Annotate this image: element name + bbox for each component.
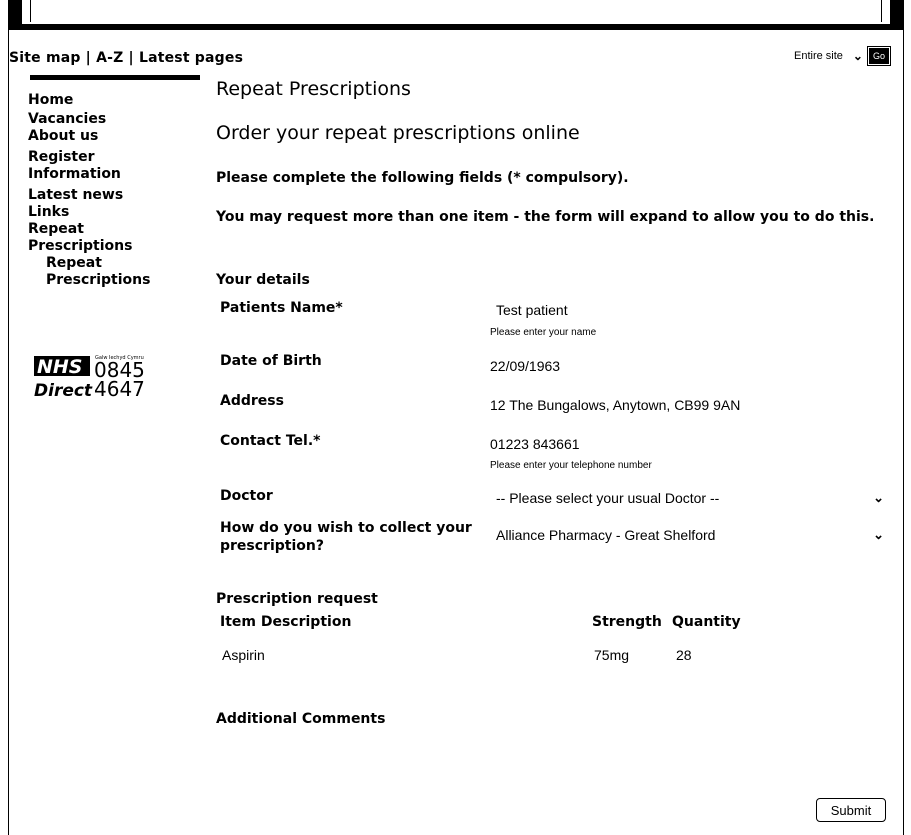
patient-name-field[interactable]: Test patient — [496, 302, 568, 318]
contact-tel-hint: Please enter your telephone number — [490, 460, 652, 471]
nhs-direct-logo[interactable]: NHS Direct 0845 4647 Galw Iechyd Cymru — [32, 350, 192, 402]
additional-comments-label: Additional Comments — [216, 711, 386, 727]
chevron-down-icon: ⌄ — [873, 490, 884, 505]
sidebar-item-information[interactable]: Information — [28, 166, 203, 183]
patient-name-hint: Please enter your name — [490, 327, 597, 338]
sidebar-item-repeat-prescriptions[interactable]: Repeat Prescriptions — [28, 221, 158, 255]
quantity-cell[interactable]: 28 — [676, 647, 692, 663]
chevron-down-icon: ⌄ — [873, 527, 884, 542]
collect-select[interactable]: Alliance Pharmacy - Great Shelford ⌄ — [496, 527, 884, 543]
nhs-logo-brand: NHS — [37, 356, 83, 378]
contact-tel-field[interactable]: 01223 843661 — [490, 436, 580, 452]
dob-label: Date of Birth — [220, 353, 322, 369]
sidebar-nav: Home Vacancies About us Register Informa… — [28, 92, 203, 289]
quantity-header: Quantity — [672, 614, 741, 630]
nhs-logo-number-bottom: 4647 — [94, 377, 145, 401]
dob-field[interactable]: 22/09/1963 — [490, 358, 560, 374]
sidebar-item-home[interactable]: Home — [28, 92, 203, 109]
header-links: Site map | A-Z | Latest pages — [9, 50, 244, 66]
nav-divider — [30, 75, 200, 80]
strength-header: Strength — [592, 614, 662, 630]
go-button[interactable]: Go — [866, 46, 892, 66]
prescription-request-heading: Prescription request — [216, 591, 378, 607]
sidebar-item-register[interactable]: Register — [28, 149, 203, 166]
sidebar-item-vacancies[interactable]: Vacancies — [28, 111, 203, 128]
form-note: You may request more than one item - the… — [216, 209, 875, 225]
sidebar-item-links[interactable]: Links — [28, 204, 203, 221]
submit-button[interactable]: Submit — [816, 798, 886, 822]
a-z-link[interactable]: A-Z — [96, 50, 123, 66]
strength-cell[interactable]: 75mg — [594, 647, 629, 663]
patient-name-label: Patients Name* — [220, 300, 343, 316]
chevron-down-icon[interactable]: ⌄ — [853, 49, 863, 63]
doctor-label: Doctor — [220, 488, 273, 504]
nhs-logo-direct: Direct — [34, 381, 93, 401]
contact-tel-label: Contact Tel.* — [220, 433, 321, 449]
doctor-select[interactable]: -- Please select your usual Doctor -- ⌄ — [496, 490, 884, 506]
address-field[interactable]: 12 The Bungalows, Anytown, CB99 9AN — [490, 397, 740, 413]
sidebar-item-latest-news[interactable]: Latest news — [28, 187, 203, 204]
item-description-cell[interactable]: Aspirin — [222, 647, 265, 663]
sidebar-subitem-repeat-prescriptions[interactable]: Repeat Prescriptions — [28, 255, 166, 289]
address-label: Address — [220, 393, 284, 409]
your-details-heading: Your details — [216, 272, 310, 288]
doctor-select-value: -- Please select your usual Doctor -- — [496, 490, 720, 506]
top-banner — [8, 0, 904, 30]
sidebar-item-about-us[interactable]: About us — [28, 128, 203, 145]
item-description-header: Item Description — [220, 614, 352, 630]
latest-pages-link[interactable]: Latest pages — [139, 50, 243, 66]
form-heading: Order your repeat prescriptions online — [216, 122, 580, 144]
site-search: Entire site ⌄ Go — [794, 46, 892, 66]
nhs-logo-tagline: Galw Iechyd Cymru — [95, 355, 144, 361]
collect-select-value: Alliance Pharmacy - Great Shelford — [496, 527, 716, 543]
collect-label: How do you wish to collect your prescrip… — [220, 520, 472, 554]
search-scope-select[interactable]: Entire site — [794, 50, 843, 62]
sitemap-link[interactable]: Site map — [9, 50, 81, 66]
page-title: Repeat Prescriptions — [216, 78, 411, 100]
form-intro: Please complete the following fields (* … — [216, 170, 629, 186]
